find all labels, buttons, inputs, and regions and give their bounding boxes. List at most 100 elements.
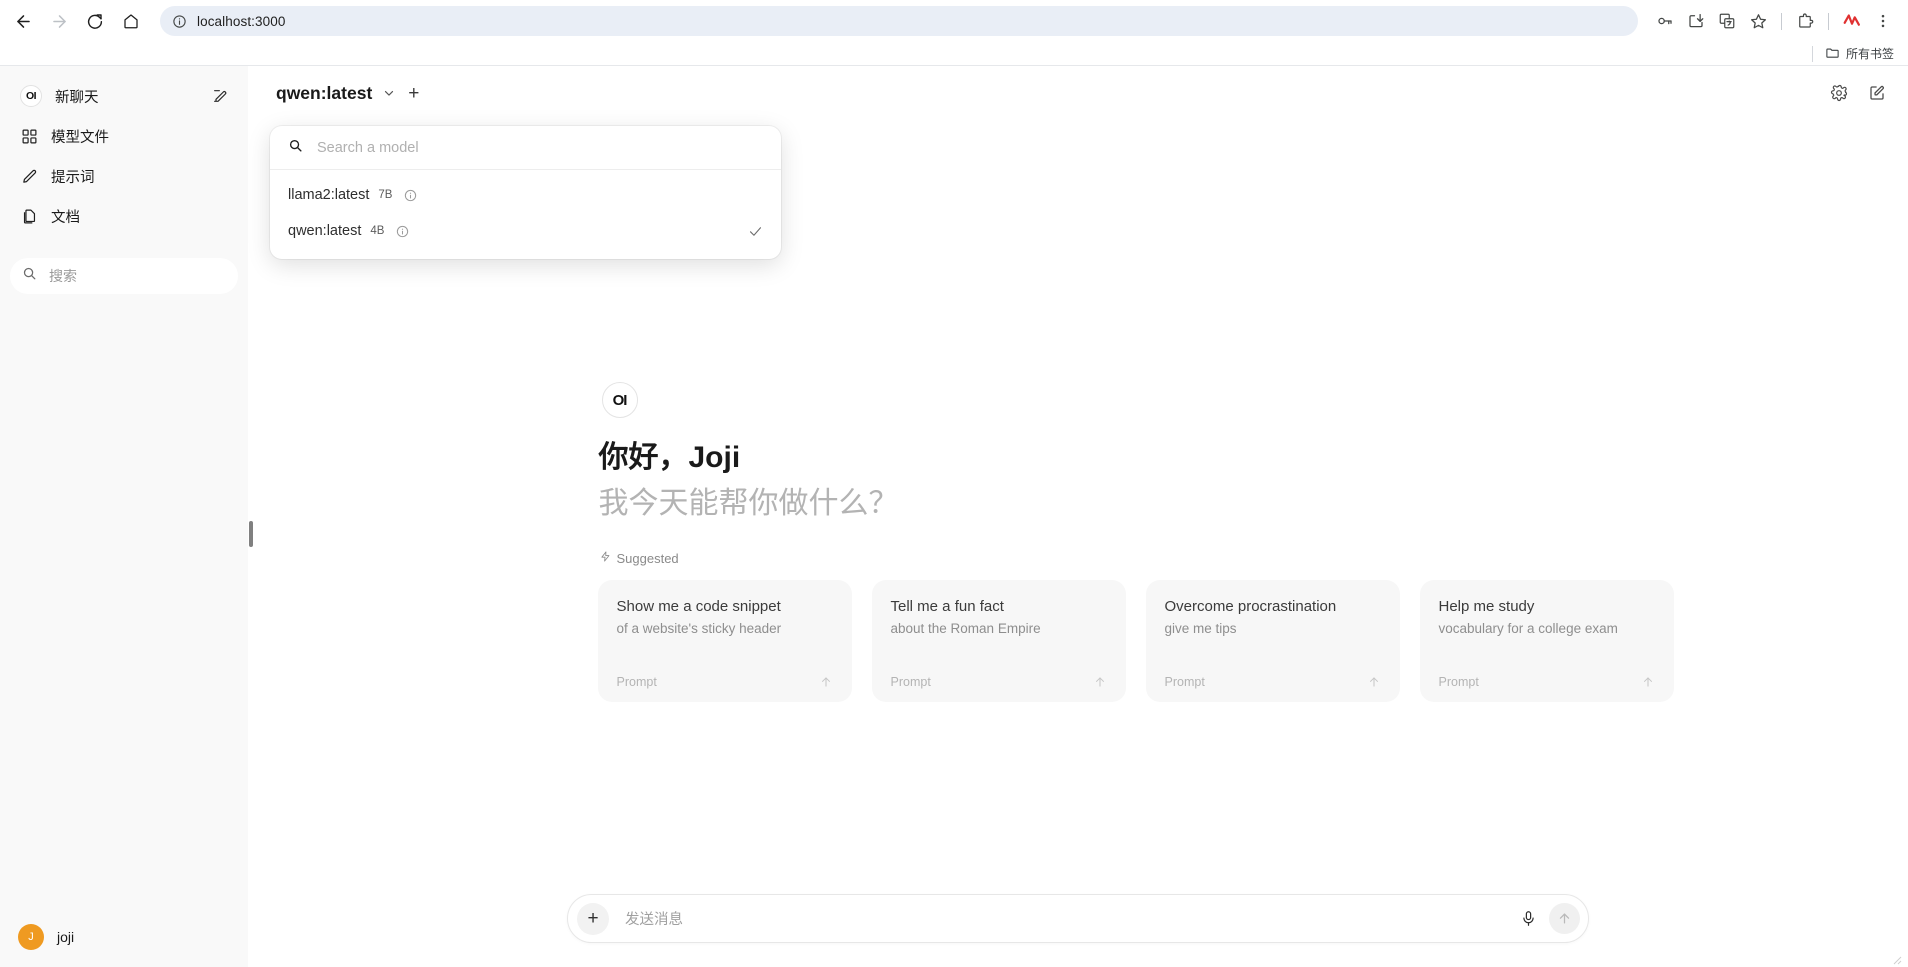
model-selector-button[interactable]: qwen:latest: [270, 79, 402, 108]
card-footer-label: Prompt: [1438, 675, 1479, 689]
suggestion-card[interactable]: Show me a code snippet of a website's st…: [597, 580, 852, 702]
sidebar-user-menu[interactable]: J joji: [10, 913, 238, 961]
browser-toolbar: localhost:3000: [0, 0, 1908, 42]
arrow-up-icon: [1641, 675, 1655, 689]
bookmarks-bar: 所有书签: [0, 42, 1908, 66]
avatar: J: [18, 924, 44, 950]
search-icon: [22, 266, 37, 286]
model-list: llama2:latest 7B qwen:latest 4B: [270, 170, 781, 259]
send-button[interactable]: [1549, 903, 1580, 934]
chrome-menu-icon[interactable]: [1868, 6, 1898, 36]
gear-icon[interactable]: [1830, 84, 1848, 102]
arrow-up-icon: [819, 675, 833, 689]
arrow-up-icon: [1093, 675, 1107, 689]
lightning-icon: [600, 550, 611, 566]
new-chat-edit-icon[interactable]: [212, 88, 228, 104]
suggestion-cards: Show me a code snippet of a website's st…: [597, 580, 1674, 702]
model-search-placeholder: Search a model: [317, 139, 419, 156]
attach-plus-button[interactable]: +: [577, 902, 609, 935]
info-icon[interactable]: [396, 225, 409, 238]
card-subtitle: of a website's sticky header: [616, 620, 782, 636]
app-root: OI 新聊天 模型文件 提示词 文档 搜索 J joji qwen:latest…: [0, 66, 1908, 967]
add-model-button[interactable]: +: [404, 84, 423, 103]
new-chat-edit-icon[interactable]: [1868, 84, 1886, 102]
install-app-icon[interactable]: [1681, 6, 1711, 36]
model-search-input[interactable]: Search a model: [270, 126, 781, 170]
model-option-llama2[interactable]: llama2:latest 7B: [270, 177, 781, 213]
modelfiles-icon: [20, 127, 38, 145]
pencil-icon: [20, 167, 38, 185]
password-key-icon[interactable]: [1650, 6, 1680, 36]
greeting-subtitle: 我今天能帮你做什么？: [598, 487, 899, 520]
sidebar-item-label: 新聊天: [55, 89, 99, 106]
check-icon: [748, 224, 763, 239]
back-button[interactable]: [6, 4, 40, 38]
suggestion-card[interactable]: Overcome procrastination give me tips Pr…: [1145, 580, 1400, 702]
sidebar-search-input[interactable]: 搜索: [10, 258, 238, 294]
sidebar-item-new-chat[interactable]: OI 新聊天: [10, 76, 238, 116]
address-bar[interactable]: localhost:3000: [160, 6, 1638, 36]
search-icon: [288, 138, 303, 158]
home-button[interactable]: [114, 4, 148, 38]
sidebar: OI 新聊天 模型文件 提示词 文档 搜索 J joji: [0, 66, 253, 967]
message-composer[interactable]: + 发送消息: [567, 894, 1589, 943]
site-info-icon[interactable]: [172, 14, 187, 29]
forward-button[interactable]: [42, 4, 76, 38]
sidebar-item-label: 模型文件: [51, 129, 109, 146]
suggestion-card[interactable]: Tell me a fun fact about the Roman Empir…: [871, 580, 1126, 702]
info-icon[interactable]: [404, 189, 417, 202]
main-header: qwen:latest +: [248, 66, 1908, 120]
model-dropdown: Search a model llama2:latest 7B qwen:lat…: [270, 126, 781, 259]
extensions-icon[interactable]: [1790, 6, 1820, 36]
bookmark-star-icon[interactable]: [1743, 6, 1773, 36]
openwebui-logo-icon: OI: [20, 85, 42, 107]
all-bookmarks-label: 所有书签: [1845, 47, 1894, 61]
suggestion-card[interactable]: Help me study vocabulary for a college e…: [1419, 580, 1674, 702]
card-footer-label: Prompt: [616, 675, 657, 689]
sidebar-item-label: 文档: [51, 209, 80, 226]
documents-icon: [20, 207, 38, 225]
model-option-size: 7B: [378, 189, 393, 201]
sidebar-item-documents[interactable]: 文档: [10, 196, 238, 236]
microphone-icon[interactable]: [1513, 904, 1543, 934]
card-subtitle: give me tips: [1164, 620, 1237, 636]
toolbar-divider: [1781, 12, 1782, 30]
card-subtitle: about the Roman Empire: [890, 620, 1041, 636]
card-title: Show me a code snippet: [616, 598, 781, 615]
toolbar-actions: [1650, 6, 1898, 36]
main-content: qwen:latest + Search a model llama2:late…: [248, 66, 1908, 967]
address-bar-url: localhost:3000: [197, 13, 286, 29]
composer-area: + 发送消息: [248, 894, 1908, 943]
toolbar-divider-2: [1828, 12, 1829, 30]
sidebar-chat-list: [10, 294, 238, 913]
card-footer-label: Prompt: [1164, 675, 1205, 689]
greeting-block: 你好，Joji: [599, 432, 1561, 476]
card-title: Overcome procrastination: [1164, 598, 1337, 615]
card-footer: Prompt: [1439, 675, 1655, 689]
chevron-down-icon: [382, 86, 396, 100]
main-header-actions: [1830, 84, 1886, 102]
model-option-name: llama2:latest: [288, 187, 370, 203]
user-name-label: joji: [57, 929, 75, 945]
greeting-title: 你好，Joji: [598, 441, 741, 474]
card-footer-label: Prompt: [890, 675, 931, 689]
profile-logo-icon[interactable]: [1837, 6, 1867, 36]
message-input-placeholder[interactable]: 发送消息: [609, 908, 1513, 929]
card-subtitle: vocabulary for a college exam: [1438, 620, 1618, 636]
reload-button[interactable]: [78, 4, 112, 38]
sidebar-search-placeholder: 搜索: [49, 268, 77, 284]
folder-icon: [1825, 45, 1840, 63]
card-footer: Prompt: [1165, 675, 1381, 689]
sidebar-item-modelfiles[interactable]: 模型文件: [10, 116, 238, 156]
arrow-up-icon: [1367, 675, 1381, 689]
sidebar-item-prompts[interactable]: 提示词: [10, 156, 238, 196]
all-bookmarks-button[interactable]: 所有书签: [1825, 45, 1894, 63]
selected-model-label: qwen:latest: [276, 82, 373, 103]
suggested-label: Suggested: [616, 550, 679, 566]
model-option-qwen[interactable]: qwen:latest 4B: [270, 213, 781, 249]
card-title: Tell me a fun fact: [890, 598, 1004, 615]
resize-corner-icon: [1893, 956, 1902, 965]
model-option-size: 4B: [370, 225, 385, 237]
translate-icon[interactable]: [1712, 6, 1742, 36]
card-title: Help me study: [1438, 598, 1535, 615]
